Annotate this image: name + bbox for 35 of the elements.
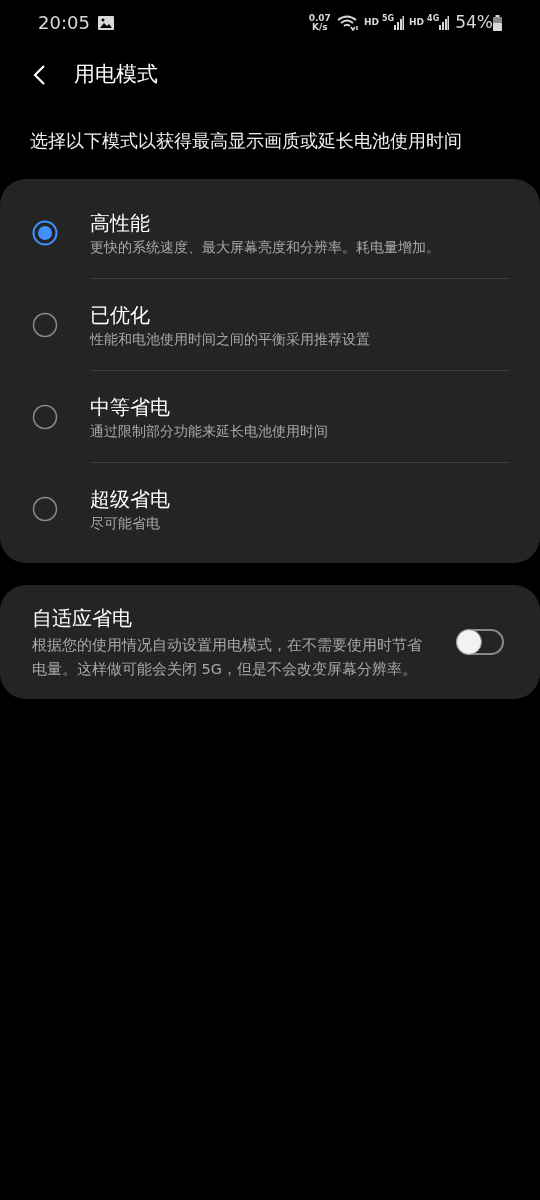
radio-button[interactable]: [32, 312, 58, 338]
mode-option[interactable]: 中等省电 通过限制部分功能来延长电池使用时间: [0, 371, 540, 463]
wifi-icon: [336, 14, 359, 31]
signal-icon: [394, 15, 405, 30]
adaptive-card[interactable]: 自适应省电 根据您的使用情况自动设置用电模式，在不需要使用时节省电量。这样做可能会关闭 5G，但是不会改变屏幕分辨率。: [0, 585, 540, 699]
clock: 20:05: [38, 11, 90, 35]
network-type: 4G: [427, 13, 440, 25]
mode-title: 超级省电: [90, 486, 171, 513]
battery-icon: [493, 14, 502, 31]
mode-description: 更快的系统速度、最大屏幕亮度和分辨率。耗电量增加。: [90, 237, 441, 257]
battery-percent: 54%: [455, 10, 493, 34]
mode-title: 高性能: [90, 209, 151, 237]
mode-title: 已优化: [90, 301, 151, 329]
mode-description: 性能和电池使用时间之间的平衡采用推荐设置: [90, 329, 371, 349]
radio-button[interactable]: [32, 496, 58, 522]
network-speed: 0.07: [308, 13, 331, 23]
mode-title: 中等省电: [90, 393, 171, 421]
speed-unit: K/s: [311, 22, 328, 32]
radio-button[interactable]: [32, 220, 58, 246]
signal-icon: [439, 15, 450, 30]
image-icon: [97, 15, 114, 30]
mode-description: 通过限制部分功能来延长电池使用时间: [90, 421, 329, 441]
mode-option[interactable]: 高性能 更快的系统速度、最大屏幕亮度和分辨率。耗电量增加。: [0, 187, 540, 279]
mode-option[interactable]: 已优化 性能和电池使用时间之间的平衡采用推荐设置: [0, 279, 540, 371]
hd-label: HD: [363, 15, 379, 29]
setting-description: 根据您的使用情况自动设置用电模式，在不需要使用时节省电量。这样做可能会关闭 5G，但是不会改变屏幕分辨率。: [32, 636, 423, 679]
mode-option[interactable]: 超级省电 尽可能省电: [0, 463, 540, 555]
radio-button[interactable]: [32, 404, 58, 430]
hd-label: HD: [409, 15, 425, 29]
page-title: 用电模式: [74, 61, 158, 89]
description: 选择以下模式以获得最高显示画质或延长电池使用时间: [29, 129, 463, 153]
mode-description: 尽可能省电: [90, 514, 161, 533]
toggle-switch[interactable]: [456, 629, 504, 655]
network-type: 5G: [381, 13, 395, 25]
setting-title: 自适应省电: [32, 605, 133, 632]
